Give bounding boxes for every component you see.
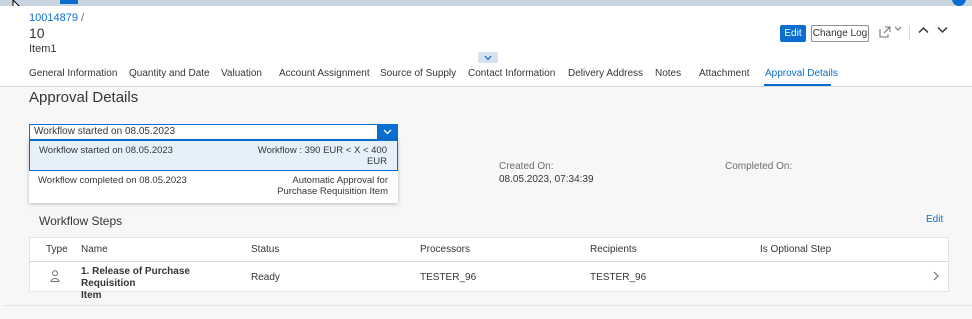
user-icon — [50, 270, 60, 282]
collapse-header-button[interactable] — [478, 52, 498, 63]
breadcrumb-separator: / — [81, 12, 85, 24]
shell-tab-indicator — [60, 0, 78, 4]
workflow-steps-edit-link[interactable]: Edit — [926, 214, 943, 225]
step-processors: TESTER_96 — [420, 272, 477, 283]
breadcrumb-link[interactable]: 10014879 — [29, 12, 78, 24]
workflow-steps-table: Type Name Status Processors Recipients I… — [29, 237, 949, 301]
option-detail-line1: Automatic Approval for — [292, 175, 388, 186]
dropdown-chevron-down-icon[interactable] — [377, 125, 397, 139]
column-header-name: Name — [81, 244, 108, 255]
share-icon[interactable] — [879, 26, 891, 38]
breadcrumb: 10014879 / — [29, 12, 84, 24]
column-header-type: Type — [46, 244, 68, 255]
next-item-chevron-down-icon[interactable] — [937, 26, 948, 34]
header-divider — [909, 26, 910, 40]
created-on-value: 08.05.2023, 07:34:39 — [499, 174, 594, 185]
workflow-select[interactable]: Workflow started on 08.05.2023 — [29, 124, 398, 140]
option-detail-line2: Purchase Requisition Item — [277, 186, 388, 197]
workflow-steps-title: Workflow Steps — [39, 214, 123, 228]
tab-approval-details[interactable]: Approval Details — [765, 68, 838, 79]
share-menu-chevron-down-icon[interactable] — [894, 26, 902, 32]
section-bottom-border — [4, 305, 972, 306]
column-header-recipients: Recipients — [590, 244, 637, 255]
tab-delivery-address[interactable]: Delivery Address — [568, 68, 643, 79]
change-log-button[interactable]: Change Log — [811, 25, 869, 42]
completed-on-label: Completed On: — [725, 161, 793, 172]
column-header-status: Status — [251, 244, 280, 255]
chevron-down-icon — [484, 55, 492, 60]
chevron-right-icon[interactable] — [933, 271, 939, 284]
previous-item-chevron-up-icon[interactable] — [918, 26, 929, 34]
tab-account-assignment[interactable]: Account Assignment — [279, 68, 370, 79]
tab-attachment[interactable]: Attachment — [699, 68, 750, 79]
created-on-label: Created On: — [499, 161, 554, 172]
tab-notes[interactable]: Notes — [655, 68, 681, 79]
option-label: Workflow completed on 08.05.2023 — [38, 175, 187, 186]
header-divider — [30, 261, 948, 262]
tab-contact-information[interactable]: Contact Information — [468, 68, 555, 79]
column-header-optional-step: Is Optional Step — [760, 244, 832, 255]
tab-general-information[interactable]: General Information — [29, 68, 117, 79]
tab-source-of-supply[interactable]: Source of Supply — [380, 68, 456, 79]
option-detail: Workflow : 390 EUR < X < 400 EUR — [258, 145, 387, 167]
step-name: 1. Release of Purchase Requisition Item — [81, 266, 241, 302]
page-subtitle: Item1 — [29, 43, 57, 55]
active-tab-indicator — [764, 84, 831, 86]
option-detail-line2: EUR — [366, 156, 387, 167]
tab-quantity-and-date[interactable]: Quantity and Date — [129, 68, 210, 79]
column-header-processors: Processors — [420, 244, 471, 255]
option-detail-line1: Workflow : 390 EUR < X < 400 — [257, 145, 387, 156]
workflow-option-started[interactable]: Workflow started on 08.05.2023 Workflow … — [29, 140, 398, 171]
tab-valuation[interactable]: Valuation — [221, 68, 262, 79]
step-status: Ready — [251, 272, 280, 283]
approval-details-section: Approval Details Workflow started on 08.… — [0, 87, 972, 319]
edit-button[interactable]: Edit — [780, 25, 806, 42]
step-name-line1: 1. Release of Purchase Requisition — [81, 266, 190, 289]
workflow-select-value: Workflow started on 08.05.2023 — [34, 126, 176, 137]
page-title: 10 — [29, 25, 45, 41]
option-detail: Automatic Approval for Purchase Requisit… — [277, 175, 388, 197]
workflow-option-completed[interactable]: Workflow completed on 08.05.2023 Automat… — [29, 171, 398, 203]
step-recipients: TESTER_96 — [590, 272, 647, 283]
option-label: Workflow started on 08.05.2023 — [39, 145, 173, 156]
section-title: Approval Details — [29, 89, 139, 106]
section-tab-bar: General Information Quantity and Date Va… — [0, 63, 972, 87]
step-name-line2: Item — [81, 290, 102, 301]
workflow-options-list: Workflow started on 08.05.2023 Workflow … — [29, 140, 398, 203]
